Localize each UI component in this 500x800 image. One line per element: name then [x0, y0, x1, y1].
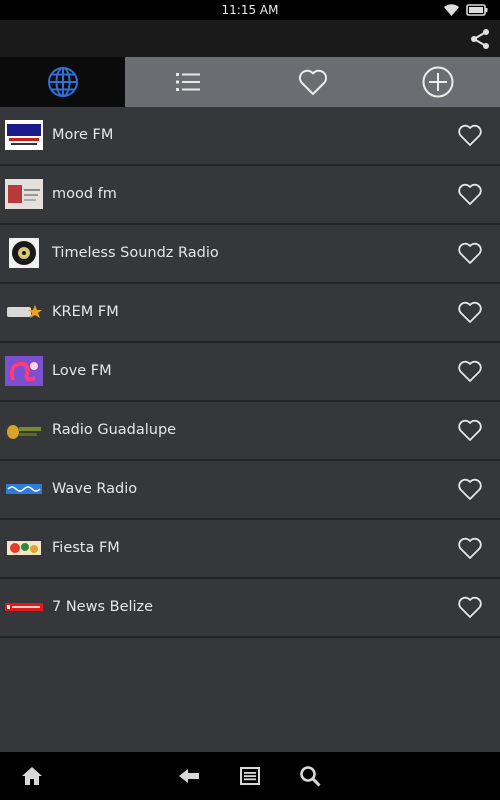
tab-browse[interactable]: [0, 57, 125, 107]
list-icon: [175, 73, 200, 91]
radio-guadalupe-logo: [7, 425, 41, 439]
station-name: Wave Radio: [52, 481, 138, 497]
station-name: Love FM: [52, 363, 112, 379]
station-row[interactable]: mood fm: [0, 166, 500, 225]
menu-icon[interactable]: [238, 764, 262, 788]
station-name: KREM FM: [52, 304, 119, 320]
station-name: Radio Guadalupe: [52, 422, 177, 438]
tab-favorites[interactable]: [250, 57, 375, 107]
station-list: More FM mood fm Timeless Soundz Radio KR…: [0, 107, 500, 638]
heart-icon[interactable]: [456, 357, 484, 385]
station-name: More FM: [52, 127, 114, 143]
station-row[interactable]: Fiesta FM: [0, 520, 500, 579]
heart-icon[interactable]: [456, 416, 484, 444]
action-bar: [0, 20, 500, 58]
status-time: 11:15 AM: [221, 3, 279, 17]
status-bar: 11:15 AM: [0, 0, 500, 20]
station-name: mood fm: [52, 186, 117, 202]
timeless-soundz-logo: [9, 238, 39, 268]
wifi-icon: [444, 4, 459, 16]
tab-add[interactable]: [375, 57, 500, 107]
heart-icon: [298, 69, 327, 95]
battery-icon: [466, 4, 488, 16]
mood-fm-logo: [5, 179, 43, 209]
heart-icon[interactable]: [456, 593, 484, 621]
tab-bar: [0, 57, 500, 107]
tab-list[interactable]: [125, 57, 250, 107]
fiesta-fm-logo: [7, 541, 41, 555]
heart-icon[interactable]: [456, 534, 484, 562]
globe-icon: [47, 67, 78, 97]
7-news-belize-logo: [5, 603, 43, 611]
home-icon[interactable]: [20, 764, 44, 788]
share-icon[interactable]: [468, 27, 492, 51]
station-name: Fiesta FM: [52, 540, 120, 556]
heart-icon[interactable]: [456, 121, 484, 149]
station-name: Timeless Soundz Radio: [52, 245, 219, 261]
bottom-nav: [0, 752, 500, 800]
heart-icon[interactable]: [456, 239, 484, 267]
heart-icon[interactable]: [456, 475, 484, 503]
back-icon[interactable]: [177, 764, 201, 788]
station-row[interactable]: More FM: [0, 107, 500, 166]
heart-icon[interactable]: [456, 298, 484, 326]
station-row[interactable]: Timeless Soundz Radio: [0, 225, 500, 284]
search-icon[interactable]: [298, 764, 322, 788]
wave-radio-logo: [6, 484, 42, 494]
station-row[interactable]: Wave Radio: [0, 461, 500, 520]
station-row[interactable]: Love FM: [0, 343, 500, 402]
more-fm-logo: [5, 120, 43, 150]
plus-circle-icon: [422, 66, 453, 98]
station-row[interactable]: Radio Guadalupe: [0, 402, 500, 461]
krem-fm-logo: [7, 305, 42, 318]
love-fm-logo: [5, 356, 43, 386]
station-row[interactable]: KREM FM: [0, 284, 500, 343]
heart-icon[interactable]: [456, 180, 484, 208]
station-row[interactable]: 7 News Belize: [0, 579, 500, 638]
station-name: 7 News Belize: [52, 599, 154, 615]
